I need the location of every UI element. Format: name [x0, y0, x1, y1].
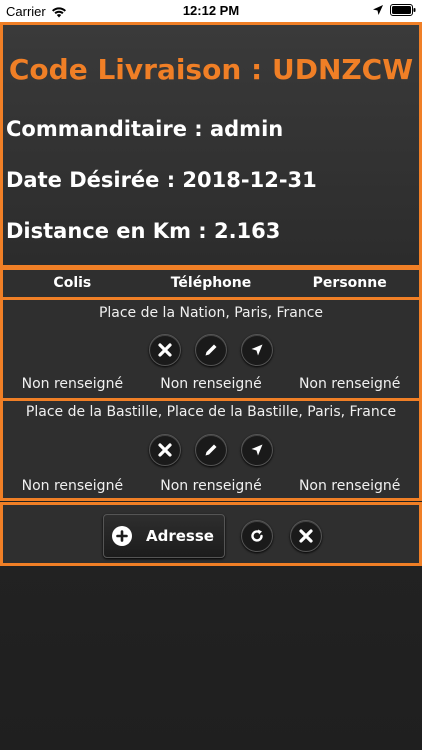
navigate-icon — [251, 444, 263, 456]
delete-address-button[interactable] — [149, 434, 181, 466]
cell-personne: Non renseigné — [298, 376, 401, 392]
navigate-icon — [251, 344, 263, 356]
add-address-label: Adresse — [146, 527, 214, 545]
edit-address-button[interactable] — [195, 434, 227, 466]
actions-panel: Adresse — [0, 502, 422, 566]
location-arrow-icon — [373, 5, 383, 15]
cell-colis: Non renseigné — [21, 376, 124, 392]
column-header-personne: Personne — [312, 275, 387, 291]
delivery-info-panel: Code Livraison : UDNZCW Commanditaire : … — [0, 22, 422, 268]
edit-icon — [205, 344, 217, 356]
status-right — [372, 4, 416, 16]
edit-address-button[interactable] — [195, 334, 227, 366]
cell-telephone: Non renseigné — [160, 478, 262, 494]
header-divider — [3, 297, 419, 300]
delivery-code-title: Code Livraison : UDNZCW — [8, 53, 414, 86]
refresh-icon — [251, 529, 263, 542]
table-header: Colis Téléphone Personne — [3, 275, 419, 297]
add-address-button[interactable]: Adresse — [103, 514, 225, 558]
status-time: 12:12 PM — [182, 3, 240, 18]
column-header-colis: Colis — [53, 275, 92, 291]
navigate-address-button[interactable] — [241, 334, 273, 366]
address-text: Place de la Nation, Paris, France — [98, 305, 324, 321]
date-label: Date Désirée : 2018-12-31 — [6, 168, 317, 192]
edit-icon — [205, 444, 217, 456]
screen: Carrier 12:12 PM Code Livraison : UDNZCW… — [0, 0, 422, 750]
distance-label: Distance en Km : 2.163 — [6, 219, 281, 243]
address-text: Place de la Bastille, Place de la Bastil… — [25, 404, 397, 420]
close-icon — [158, 443, 172, 457]
cancel-button[interactable] — [290, 520, 322, 552]
delete-address-button[interactable] — [149, 334, 181, 366]
row-actions — [3, 434, 419, 466]
commanditaire-label: Commanditaire : admin — [6, 117, 284, 141]
status-bar: Carrier 12:12 PM — [0, 0, 422, 22]
refresh-button[interactable] — [241, 520, 273, 552]
column-header-telephone: Téléphone — [170, 275, 252, 291]
cell-personne: Non renseigné — [298, 478, 401, 494]
row-actions — [3, 334, 419, 366]
table-row: Non renseigné Non renseigné Non renseign… — [3, 376, 419, 392]
close-icon — [299, 529, 313, 543]
plus-icon — [112, 526, 132, 546]
cell-colis: Non renseigné — [21, 478, 124, 494]
close-icon — [158, 343, 172, 357]
table-row: Non renseigné Non renseigné Non renseign… — [3, 478, 419, 494]
battery-icon — [390, 4, 416, 16]
cell-telephone: Non renseigné — [160, 376, 262, 392]
address-list-panel: Colis Téléphone Personne Place de la Nat… — [0, 267, 422, 501]
row-divider — [3, 398, 419, 401]
navigate-address-button[interactable] — [241, 434, 273, 466]
